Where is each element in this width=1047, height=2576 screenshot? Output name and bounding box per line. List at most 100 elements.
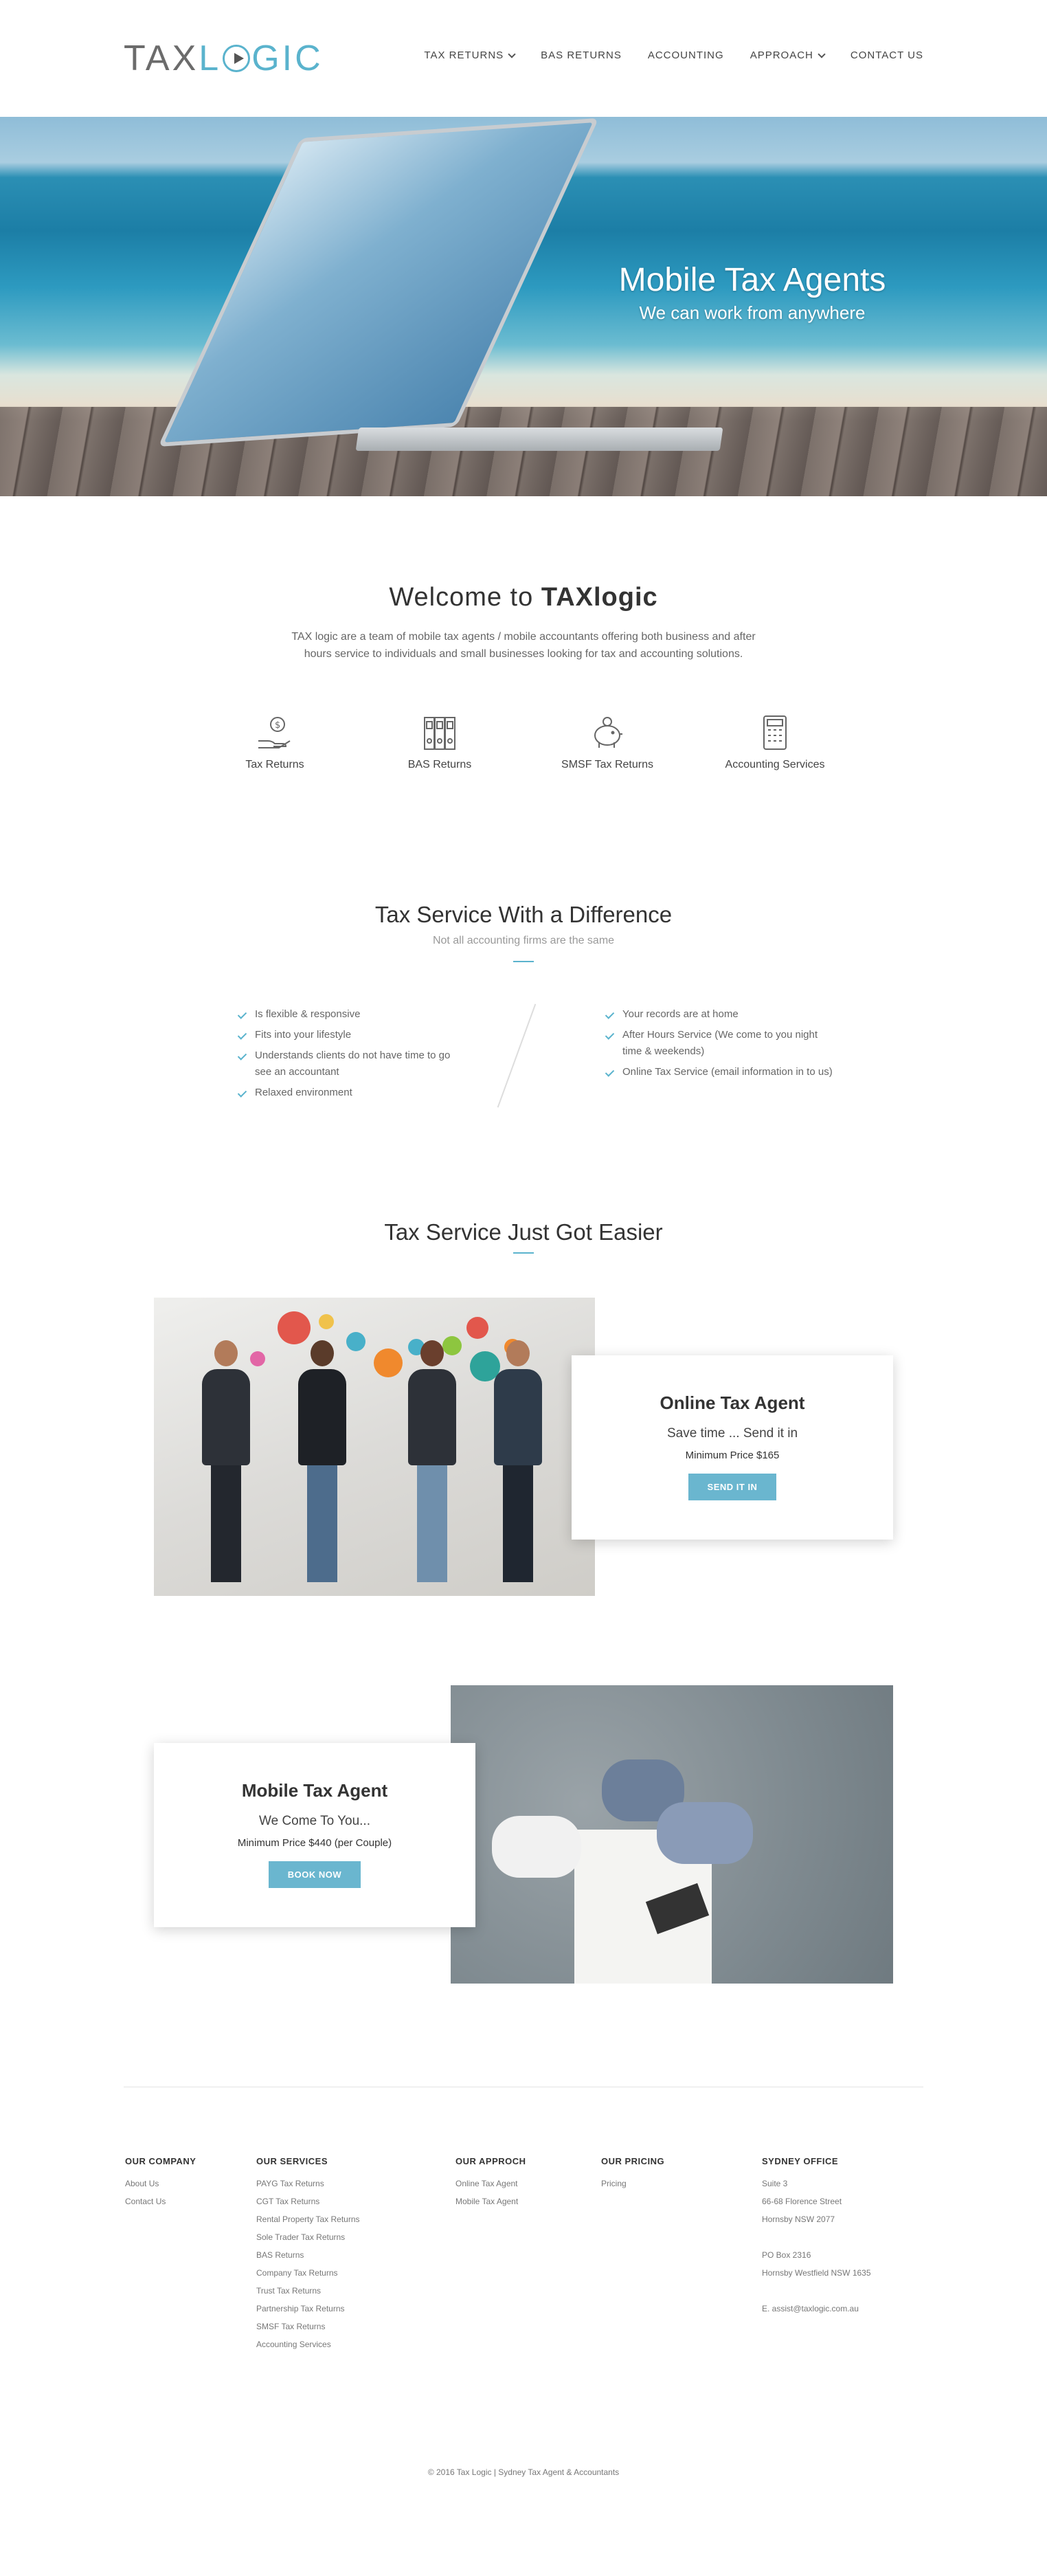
- footer-link-contact[interactable]: Contact Us: [125, 2192, 196, 2210]
- logo-text-logic: L GIC: [199, 38, 323, 79]
- site-header: TAX L GIC TAX RETURNS BAS RETURNS ACCOUN…: [0, 0, 1047, 117]
- footer-link-about[interactable]: About Us: [125, 2175, 196, 2192]
- meeting-table-photo: [451, 1685, 893, 1984]
- footer-heading: OUR SERVICES: [256, 2156, 328, 2166]
- play-icon: [223, 45, 251, 72]
- piggy-bank-icon: [587, 715, 628, 752]
- card-title: Online Tax Agent: [660, 1392, 805, 1413]
- welcome-text: TAX logic are a team of mobile tax agent…: [291, 631, 756, 660]
- nav-contact-us[interactable]: CONTACT US: [851, 49, 923, 61]
- footer-link-service[interactable]: CGT Tax Returns: [256, 2192, 360, 2210]
- chevron-down-icon: [818, 49, 826, 58]
- office-po-box-suburb: Hornsby Westfield NSW 1635: [762, 2268, 871, 2278]
- footer-link-service[interactable]: Trust Tax Returns: [256, 2282, 360, 2300]
- app-bubble-icon: [319, 1314, 334, 1329]
- person-figure: [494, 1340, 542, 1582]
- service-smsf-tax-returns[interactable]: SMSF Tax Returns: [539, 715, 676, 771]
- service-label: SMSF Tax Returns: [561, 759, 653, 770]
- book-now-button[interactable]: BOOK NOW: [268, 1861, 361, 1888]
- footer-heading: OUR PRICING: [601, 2156, 665, 2166]
- nav-bas-returns[interactable]: BAS RETURNS: [541, 49, 622, 61]
- service-tax-returns[interactable]: $ Tax Returns: [206, 715, 344, 771]
- footer-col-office: SYDNEY OFFICE Suite 3 66-68 Florence Str…: [762, 2153, 871, 2318]
- service-bas-returns[interactable]: BAS Returns: [371, 715, 508, 771]
- difference-title: Tax Service With a Difference: [374, 902, 673, 927]
- hero-banner: Mobile Tax Agents We can work from anywh…: [0, 117, 1047, 496]
- footer-link-service[interactable]: Rental Property Tax Returns: [256, 2210, 360, 2228]
- nav-label: TAX RETURNS: [424, 49, 504, 61]
- nav-accounting[interactable]: ACCOUNTING: [648, 49, 724, 61]
- footer-heading: OUR COMPANY: [125, 2156, 196, 2166]
- person-figure: [492, 1816, 581, 1878]
- office-email-link[interactable]: E. assist@taxlogic.com.au: [762, 2300, 871, 2318]
- send-it-in-button[interactable]: SEND IT IN: [688, 1474, 777, 1500]
- svg-text:$: $: [275, 720, 280, 731]
- logo-text-tax: TAX: [124, 38, 199, 78]
- footer-heading: OUR APPROCH: [455, 2156, 526, 2166]
- mobile-tax-agent-card: Mobile Tax Agent We Come To You... Minim…: [154, 1743, 475, 1927]
- nav-label: CONTACT US: [850, 49, 923, 61]
- footer-link-service[interactable]: SMSF Tax Returns: [256, 2318, 360, 2335]
- service-accounting-services[interactable]: Accounting Services: [706, 715, 844, 771]
- logo-letter-l: L: [199, 38, 222, 78]
- chat-bubble-icon: [278, 1311, 311, 1344]
- service-label: BAS Returns: [407, 759, 472, 770]
- footer-col-pricing: OUR PRICING Pricing: [601, 2153, 664, 2192]
- binders-icon: [419, 715, 460, 752]
- office-address-line: Suite 3: [762, 2179, 788, 2188]
- footer-link-service[interactable]: Sole Trader Tax Returns: [256, 2228, 360, 2246]
- footer-link-service[interactable]: Partnership Tax Returns: [256, 2300, 360, 2318]
- nav-approach[interactable]: APPROACH: [750, 49, 826, 61]
- footer-heading: SYDNEY OFFICE: [762, 2156, 839, 2166]
- calculator-icon: [754, 715, 796, 752]
- difference-item: Is flexible & responsive: [237, 1006, 457, 1023]
- footer-link-service[interactable]: PAYG Tax Returns: [256, 2175, 360, 2192]
- nav-label: APPROACH: [750, 49, 813, 61]
- logo-letters-gic: GIC: [251, 38, 324, 78]
- card-title: Mobile Tax Agent: [241, 1780, 388, 1801]
- person-figure: [202, 1340, 250, 1582]
- title-underline: [513, 961, 534, 962]
- footer-link-service[interactable]: Company Tax Returns: [256, 2264, 360, 2282]
- footer-link-pricing[interactable]: Pricing: [601, 2175, 664, 2192]
- difference-list-left: Is flexible & responsive Fits into your …: [237, 1006, 457, 1105]
- footer-col-approach: OUR APPROCH Online Tax Agent Mobile Tax …: [455, 2153, 526, 2210]
- footer-copyright: © 2016 Tax Logic | Sydney Tax Agent & Ac…: [427, 2467, 620, 2477]
- service-label: Tax Returns: [245, 759, 304, 770]
- site-logo[interactable]: TAX L GIC: [124, 38, 324, 79]
- main-nav: TAX RETURNS BAS RETURNS ACCOUNTING APPRO…: [424, 49, 923, 61]
- office-po-box: PO Box 2316: [762, 2250, 811, 2260]
- difference-item: After Hours Service (We come to you nigh…: [605, 1027, 838, 1060]
- footer-link-approach[interactable]: Online Tax Agent: [455, 2175, 526, 2192]
- footer-link-approach[interactable]: Mobile Tax Agent: [455, 2192, 526, 2210]
- services-row: $ Tax Returns BAS Returns SMSF Tax Retur…: [206, 715, 841, 784]
- difference-item: Your records are at home: [605, 1006, 838, 1023]
- footer-col-company: OUR COMPANY About Us Contact Us: [125, 2153, 196, 2210]
- welcome-title: Welcome to TAXlogic: [0, 583, 1047, 612]
- app-bubble-icon: [250, 1351, 265, 1366]
- hero-laptop-base: [355, 428, 723, 451]
- easier-title: Tax Service Just Got Easier: [384, 1219, 663, 1245]
- online-tax-agent-card: Online Tax Agent Save time ... Send it i…: [572, 1355, 893, 1540]
- download-bubble-icon: [374, 1348, 403, 1377]
- footer-link-service[interactable]: Accounting Services: [256, 2335, 360, 2353]
- office-address-line: Hornsby NSW 2077: [762, 2214, 835, 2224]
- person-figure: [657, 1802, 753, 1864]
- title-underline: [513, 1252, 534, 1254]
- chevron-down-icon: [508, 49, 516, 58]
- difference-item: Fits into your lifestyle: [237, 1027, 457, 1043]
- hero-title: Mobile Tax Agents: [618, 262, 886, 298]
- app-bubble-icon: [346, 1332, 365, 1351]
- nav-tax-returns[interactable]: TAX RETURNS: [424, 49, 516, 61]
- difference-item: Relaxed environment: [237, 1085, 457, 1101]
- phone-bubble-icon: [466, 1317, 488, 1339]
- hero-subtitle: We can work from anywhere: [639, 302, 866, 323]
- footer-col-services: OUR SERVICES PAYG Tax Returns CGT Tax Re…: [256, 2153, 360, 2353]
- footer-link-service[interactable]: BAS Returns: [256, 2246, 360, 2264]
- hero-deck-image: [0, 407, 1047, 496]
- card-subtitle: Save time ... Send it in: [666, 1426, 798, 1441]
- office-address-line: 66-68 Florence Street: [762, 2197, 842, 2206]
- nav-label: ACCOUNTING: [647, 49, 724, 61]
